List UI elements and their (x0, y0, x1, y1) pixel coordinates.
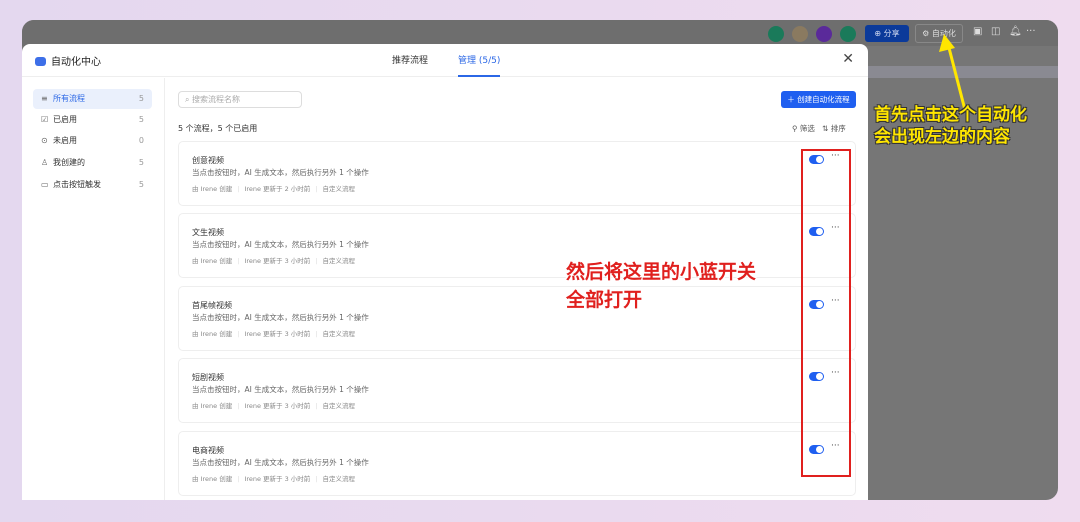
modal-title: 自动化中心 (35, 53, 101, 68)
annotation-line: 会出现左边的内容 (874, 127, 1010, 147)
search-input[interactable]: ⌕ 搜索流程名称 (178, 91, 302, 108)
flow-type: 自定义流程 (322, 330, 356, 338)
check-square-icon: ☑ (41, 115, 49, 124)
flow-card[interactable]: 短剧视频 当点击按钮时，AI 生成文本，然后执行另外 1 个操作 由 Irene… (178, 358, 856, 423)
flow-title: 文生视频 (192, 228, 224, 237)
circle-icon: ⊙ (41, 136, 48, 145)
modal-title-text: 自动化中心 (51, 57, 101, 68)
close-icon[interactable]: ✕ (842, 51, 854, 67)
flow-updated: Irene 更新于 3 小时前 (244, 475, 311, 483)
more-icon[interactable]: ··· (1026, 26, 1036, 37)
sidebar-item-disabled[interactable]: ⊙ 未启用 0 (33, 131, 152, 151)
sidebar-item-mine[interactable]: ♙ 我创建的 5 (33, 153, 152, 173)
tab-manage[interactable]: 管理 (5/5) (458, 53, 501, 77)
sidebar-item-label: 点击按钮触发 (53, 180, 101, 189)
flow-card[interactable]: 电商视频 当点击按钮时，AI 生成文本，然后执行另外 1 个操作 由 Irene… (178, 431, 856, 496)
bell-icon[interactable]: 🔔︎ (1009, 26, 1022, 37)
modal-header: 自动化中心 推荐流程 管理 (5/5) ✕ (22, 44, 868, 77)
plugin-icon[interactable]: ◫ (991, 26, 1000, 37)
sidebar-item-count: 0 (138, 136, 144, 145)
sidebar-item-enabled[interactable]: ☑ 已启用 5 (33, 110, 152, 130)
flow-meta: 由 Irene 创建 | Irene 更新于 2 小时前 | 自定义流程 (192, 185, 356, 193)
sidebar-item-count: 5 (138, 180, 144, 189)
flow-title: 电商视频 (192, 446, 224, 455)
flow-description: 当点击按钮时，AI 生成文本，然后执行另外 1 个操作 (192, 240, 369, 249)
search-icon: ⌕ (185, 95, 190, 104)
flow-meta: 由 Irene 创建 | Irene 更新于 3 小时前 | 自定义流程 (192, 257, 356, 265)
flow-meta: 由 Irene 创建 | Irene 更新于 3 小时前 | 自定义流程 (192, 475, 356, 483)
flow-title: 短剧视频 (192, 373, 224, 382)
filter-label: 筛选 (799, 124, 815, 133)
flow-creator: 由 Irene 创建 (192, 257, 233, 265)
flow-updated: Irene 更新于 3 小时前 (244, 330, 311, 338)
annotation-line: 首先点击这个自动化 (874, 105, 1027, 125)
sidebar-item-label: 未启用 (53, 136, 77, 145)
flow-type: 自定义流程 (322, 257, 356, 265)
sidebar-item-count: 5 (138, 115, 144, 124)
flow-title: 创意视频 (192, 156, 224, 165)
sidebar-item-label: 我创建的 (53, 158, 85, 167)
flow-description: 当点击按钮时，AI 生成文本，然后执行另外 1 个操作 (192, 458, 369, 467)
annotation-middle: 然后将这里的小蓝开关 全部打开 (566, 258, 756, 314)
sidebar-item-label: 所有流程 (53, 94, 85, 103)
flow-meta: 由 Irene 创建 | Irene 更新于 3 小时前 | 自定义流程 (192, 402, 356, 410)
robot-icon (35, 57, 46, 66)
sidebar-item-button-trigger[interactable]: ▭ 点击按钮触发 5 (33, 175, 152, 195)
list-tools: ⚲ 筛选 ⇅ 排序 (792, 123, 846, 134)
flow-updated: Irene 更新于 3 小时前 (244, 257, 311, 265)
create-flow-button[interactable]: ＋ 创建自动化流程 (781, 91, 856, 108)
flow-creator: 由 Irene 创建 (192, 330, 233, 338)
sidebar-item-count: 5 (138, 158, 144, 167)
flow-summary: 5 个流程，5 个已启用 (178, 124, 258, 133)
flow-type: 自定义流程 (322, 475, 356, 483)
top-bar: ⊕ 分享 ⚙ 自动化 ▣ ◫ 🔔︎ ··· (22, 20, 1058, 46)
arrow-icon (939, 34, 967, 111)
list-icon: ≡ (41, 94, 48, 103)
flow-description: 当点击按钮时，AI 生成文本，然后执行另外 1 个操作 (192, 313, 369, 322)
flow-creator: 由 Irene 创建 (192, 402, 233, 410)
flow-type: 自定义流程 (322, 402, 356, 410)
search-placeholder: 搜索流程名称 (192, 95, 241, 104)
sidebar-item-count: 5 (138, 94, 144, 103)
share-button[interactable]: ⊕ 分享 (865, 25, 909, 42)
flow-description: 当点击按钮时，AI 生成文本，然后执行另外 1 个操作 (192, 385, 369, 394)
share-label: 分享 (883, 29, 900, 38)
flow-updated: Irene 更新于 2 小时前 (244, 185, 311, 193)
annotation-line: 全部打开 (566, 289, 643, 311)
create-flow-label: 创建自动化流程 (797, 95, 850, 104)
flow-title: 首尾帧视频 (192, 301, 232, 310)
flow-creator: 由 Irene 创建 (192, 475, 233, 483)
sort-button[interactable]: ⇅ 排序 (822, 124, 846, 133)
highlight-box (801, 149, 851, 477)
sort-label: 排序 (830, 124, 846, 133)
flow-description: 当点击按钮时，AI 生成文本，然后执行另外 1 个操作 (192, 168, 369, 177)
filter-button[interactable]: ⚲ 筛选 (792, 124, 815, 133)
flow-updated: Irene 更新于 3 小时前 (244, 402, 311, 410)
sidebar-item-all[interactable]: ≡ 所有流程 5 (33, 89, 152, 109)
avatar[interactable] (792, 26, 808, 42)
tab-recommended[interactable]: 推荐流程 (392, 53, 428, 66)
user-icon: ♙ (41, 158, 49, 167)
flow-meta: 由 Irene 创建 | Irene 更新于 3 小时前 | 自定义流程 (192, 330, 356, 338)
annotation-line: 然后将这里的小蓝开关 (566, 261, 757, 283)
flow-creator: 由 Irene 创建 (192, 185, 233, 193)
avatar[interactable] (768, 26, 784, 42)
flow-type: 自定义流程 (322, 185, 356, 193)
annotation-top: 首先点击这个自动化 会出现左边的内容 (874, 104, 1027, 148)
cursor-icon: ▭ (41, 180, 49, 189)
avatar[interactable] (840, 26, 856, 42)
flow-card[interactable]: 创意视频 当点击按钮时，AI 生成文本，然后执行另外 1 个操作 由 Irene… (178, 141, 856, 206)
sidebar-item-label: 已启用 (53, 115, 77, 124)
avatar[interactable] (816, 26, 832, 42)
